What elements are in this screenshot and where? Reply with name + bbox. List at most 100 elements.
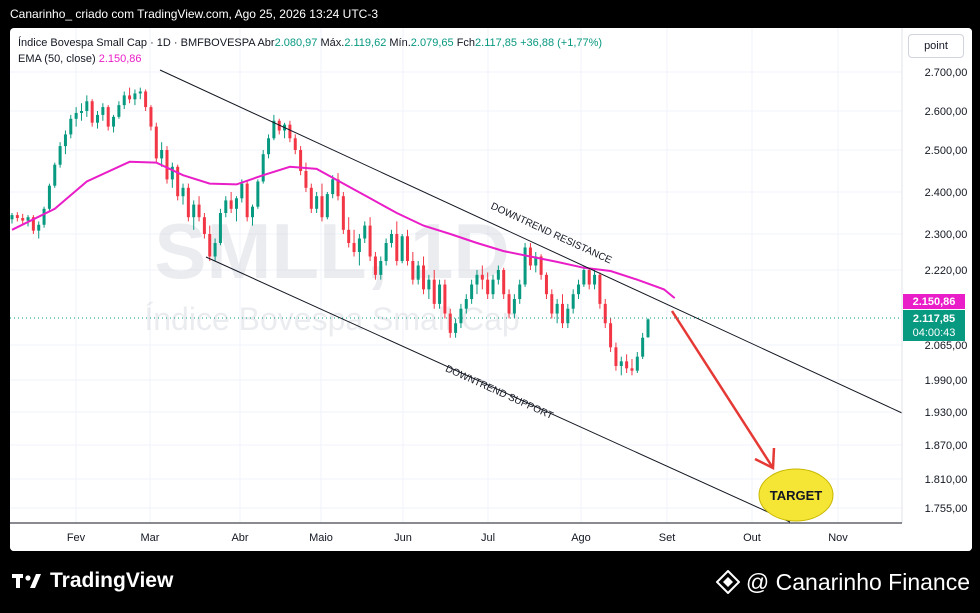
candle-body	[245, 183, 249, 218]
candle-body	[181, 187, 185, 197]
candle-body	[58, 146, 62, 165]
price-tick-label: 2.400,00	[925, 187, 968, 199]
candle-body	[315, 196, 319, 209]
candle-body	[646, 319, 650, 338]
candle-body	[224, 200, 228, 213]
price-tick-label: 1.930,00	[925, 407, 968, 419]
legend-close: 2.117,85	[475, 37, 518, 49]
candle-body	[251, 206, 255, 218]
candle	[571, 289, 575, 314]
candle-body	[544, 274, 548, 295]
support-label: DOWNTREND SUPPORT	[443, 364, 554, 422]
candle-body	[395, 234, 399, 261]
candle-body	[582, 270, 586, 285]
scale-mode-button[interactable]: point	[908, 34, 964, 58]
candle	[21, 213, 25, 224]
candle-body	[304, 171, 308, 188]
legend-high-label: Máx.	[320, 37, 345, 49]
candle	[85, 95, 89, 117]
candle-body	[523, 247, 527, 285]
time-tick-label: Jun	[394, 532, 412, 544]
time-tick-label: Fev	[67, 532, 86, 544]
candle-body	[165, 150, 169, 180]
time-tick-label: Maio	[309, 532, 333, 544]
candle	[593, 270, 597, 290]
candle-body	[379, 261, 383, 275]
candle	[96, 111, 100, 129]
candle	[603, 299, 607, 329]
watermark: SMLL, 1D Índice Bovespa Small Cap	[144, 207, 519, 337]
candle	[170, 162, 174, 188]
candle	[534, 252, 538, 273]
candle-body	[79, 111, 83, 113]
attribution-text: Canarinho_ criado com TradingView.com, A…	[10, 7, 378, 21]
candle-body	[518, 284, 522, 300]
candle-body	[389, 234, 393, 243]
watermark-name: Índice Bovespa Small Cap	[144, 301, 519, 337]
legend-symbol: Índice Bovespa Small Cap · 1D · BMFBOVES…	[18, 37, 255, 49]
candle-body	[507, 294, 511, 314]
candle	[272, 114, 276, 141]
candle-body	[234, 198, 238, 209]
tradingview-brand[interactable]: TradingView	[12, 569, 173, 593]
candle	[79, 103, 83, 121]
target-label: TARGET	[770, 488, 823, 503]
candle	[176, 164, 180, 201]
target-marker[interactable]: TARGET	[758, 468, 834, 522]
candle-body	[603, 303, 607, 324]
candle-body	[619, 361, 623, 366]
price-chart[interactable]: SMLL, 1D Índice Bovespa Small Cap DOWNTR…	[10, 28, 972, 551]
candle-body	[154, 126, 158, 159]
candle-body	[475, 274, 479, 285]
last-price-tag-text: 2.117,85	[913, 313, 955, 325]
tradingview-brand-text: TradingView	[50, 569, 174, 592]
candle	[555, 299, 559, 324]
price-tick-label: 1.990,00	[925, 375, 968, 387]
candle-body	[491, 279, 495, 295]
candle	[106, 105, 110, 131]
candle	[133, 89, 137, 106]
candle-body	[112, 116, 116, 127]
binance-diamond-icon	[715, 570, 740, 594]
candle-body	[208, 234, 212, 257]
candle-body	[405, 236, 409, 261]
candle-body	[486, 279, 490, 295]
ema-price-tag-text: 2.150,86	[913, 296, 956, 308]
candle-body	[341, 196, 345, 230]
candle	[566, 303, 570, 329]
candle-body	[443, 284, 447, 314]
candle-body	[106, 107, 110, 127]
candle-body	[566, 308, 570, 324]
candle-body	[325, 194, 329, 218]
legend-close-label: Fch	[456, 37, 476, 49]
candle	[283, 122, 287, 139]
candle	[15, 212, 19, 222]
chart-panel[interactable]: SMLL, 1D Índice Bovespa Small Cap DOWNTR…	[10, 28, 972, 551]
footer-bar: TradingView @ Canarinho Finance	[0, 551, 980, 613]
candle-body	[352, 243, 356, 252]
candle	[218, 208, 222, 246]
candle-body	[240, 183, 244, 199]
candle-body	[288, 124, 292, 139]
candle	[256, 179, 260, 209]
candle-body	[614, 347, 618, 366]
legend-ema-value: 2.150,86	[98, 53, 142, 65]
candle-body	[470, 284, 474, 300]
candle-body	[560, 303, 564, 324]
canarinho-brand: @ Canarinho Finance	[715, 569, 970, 596]
candle-body	[432, 279, 436, 304]
candle-body	[577, 284, 581, 295]
legend-ema-row[interactable]: EMA (50, close) 2.150,86	[18, 51, 602, 67]
candle-body	[480, 274, 484, 280]
candle	[69, 114, 73, 139]
candle-body	[85, 101, 89, 111]
candle	[58, 142, 62, 168]
price-tick-label: 1.810,00	[925, 474, 968, 486]
candle	[635, 352, 639, 373]
candle-body	[149, 107, 153, 127]
candle	[165, 146, 169, 184]
candle-body	[550, 294, 554, 314]
candle-body	[593, 274, 597, 285]
candle-body	[186, 187, 190, 218]
target-arrow	[670, 310, 776, 470]
